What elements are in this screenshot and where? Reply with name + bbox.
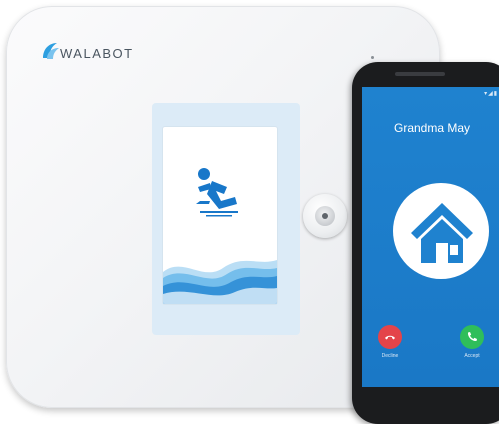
caller-name: Grandma May bbox=[394, 121, 471, 135]
device-button-dot bbox=[322, 213, 328, 219]
accept-label: Accept bbox=[464, 353, 480, 359]
wave-graphic bbox=[163, 260, 277, 304]
caller-avatar bbox=[393, 183, 489, 279]
accept-button[interactable] bbox=[460, 325, 484, 349]
walabot-logo-text: WALABOT bbox=[60, 45, 134, 61]
decline-button[interactable] bbox=[378, 325, 402, 349]
sensor-dot bbox=[371, 56, 374, 59]
device-button[interactable] bbox=[303, 194, 347, 238]
device-button-inner bbox=[315, 206, 335, 226]
hang-up-icon bbox=[385, 335, 395, 340]
person-falling-icon bbox=[196, 168, 238, 217]
decline-label: Decline bbox=[381, 353, 399, 359]
walabot-logo: WALABOT bbox=[40, 39, 134, 63]
phone-icon bbox=[467, 332, 477, 342]
device-screen bbox=[163, 127, 277, 304]
incoming-call-screen: ▾◢▮ Grandma May Decline Accept bbox=[362, 87, 499, 387]
status-bar-icons: ▾◢▮ bbox=[484, 91, 498, 97]
home-icon bbox=[411, 203, 473, 263]
phone-speaker bbox=[395, 72, 445, 76]
